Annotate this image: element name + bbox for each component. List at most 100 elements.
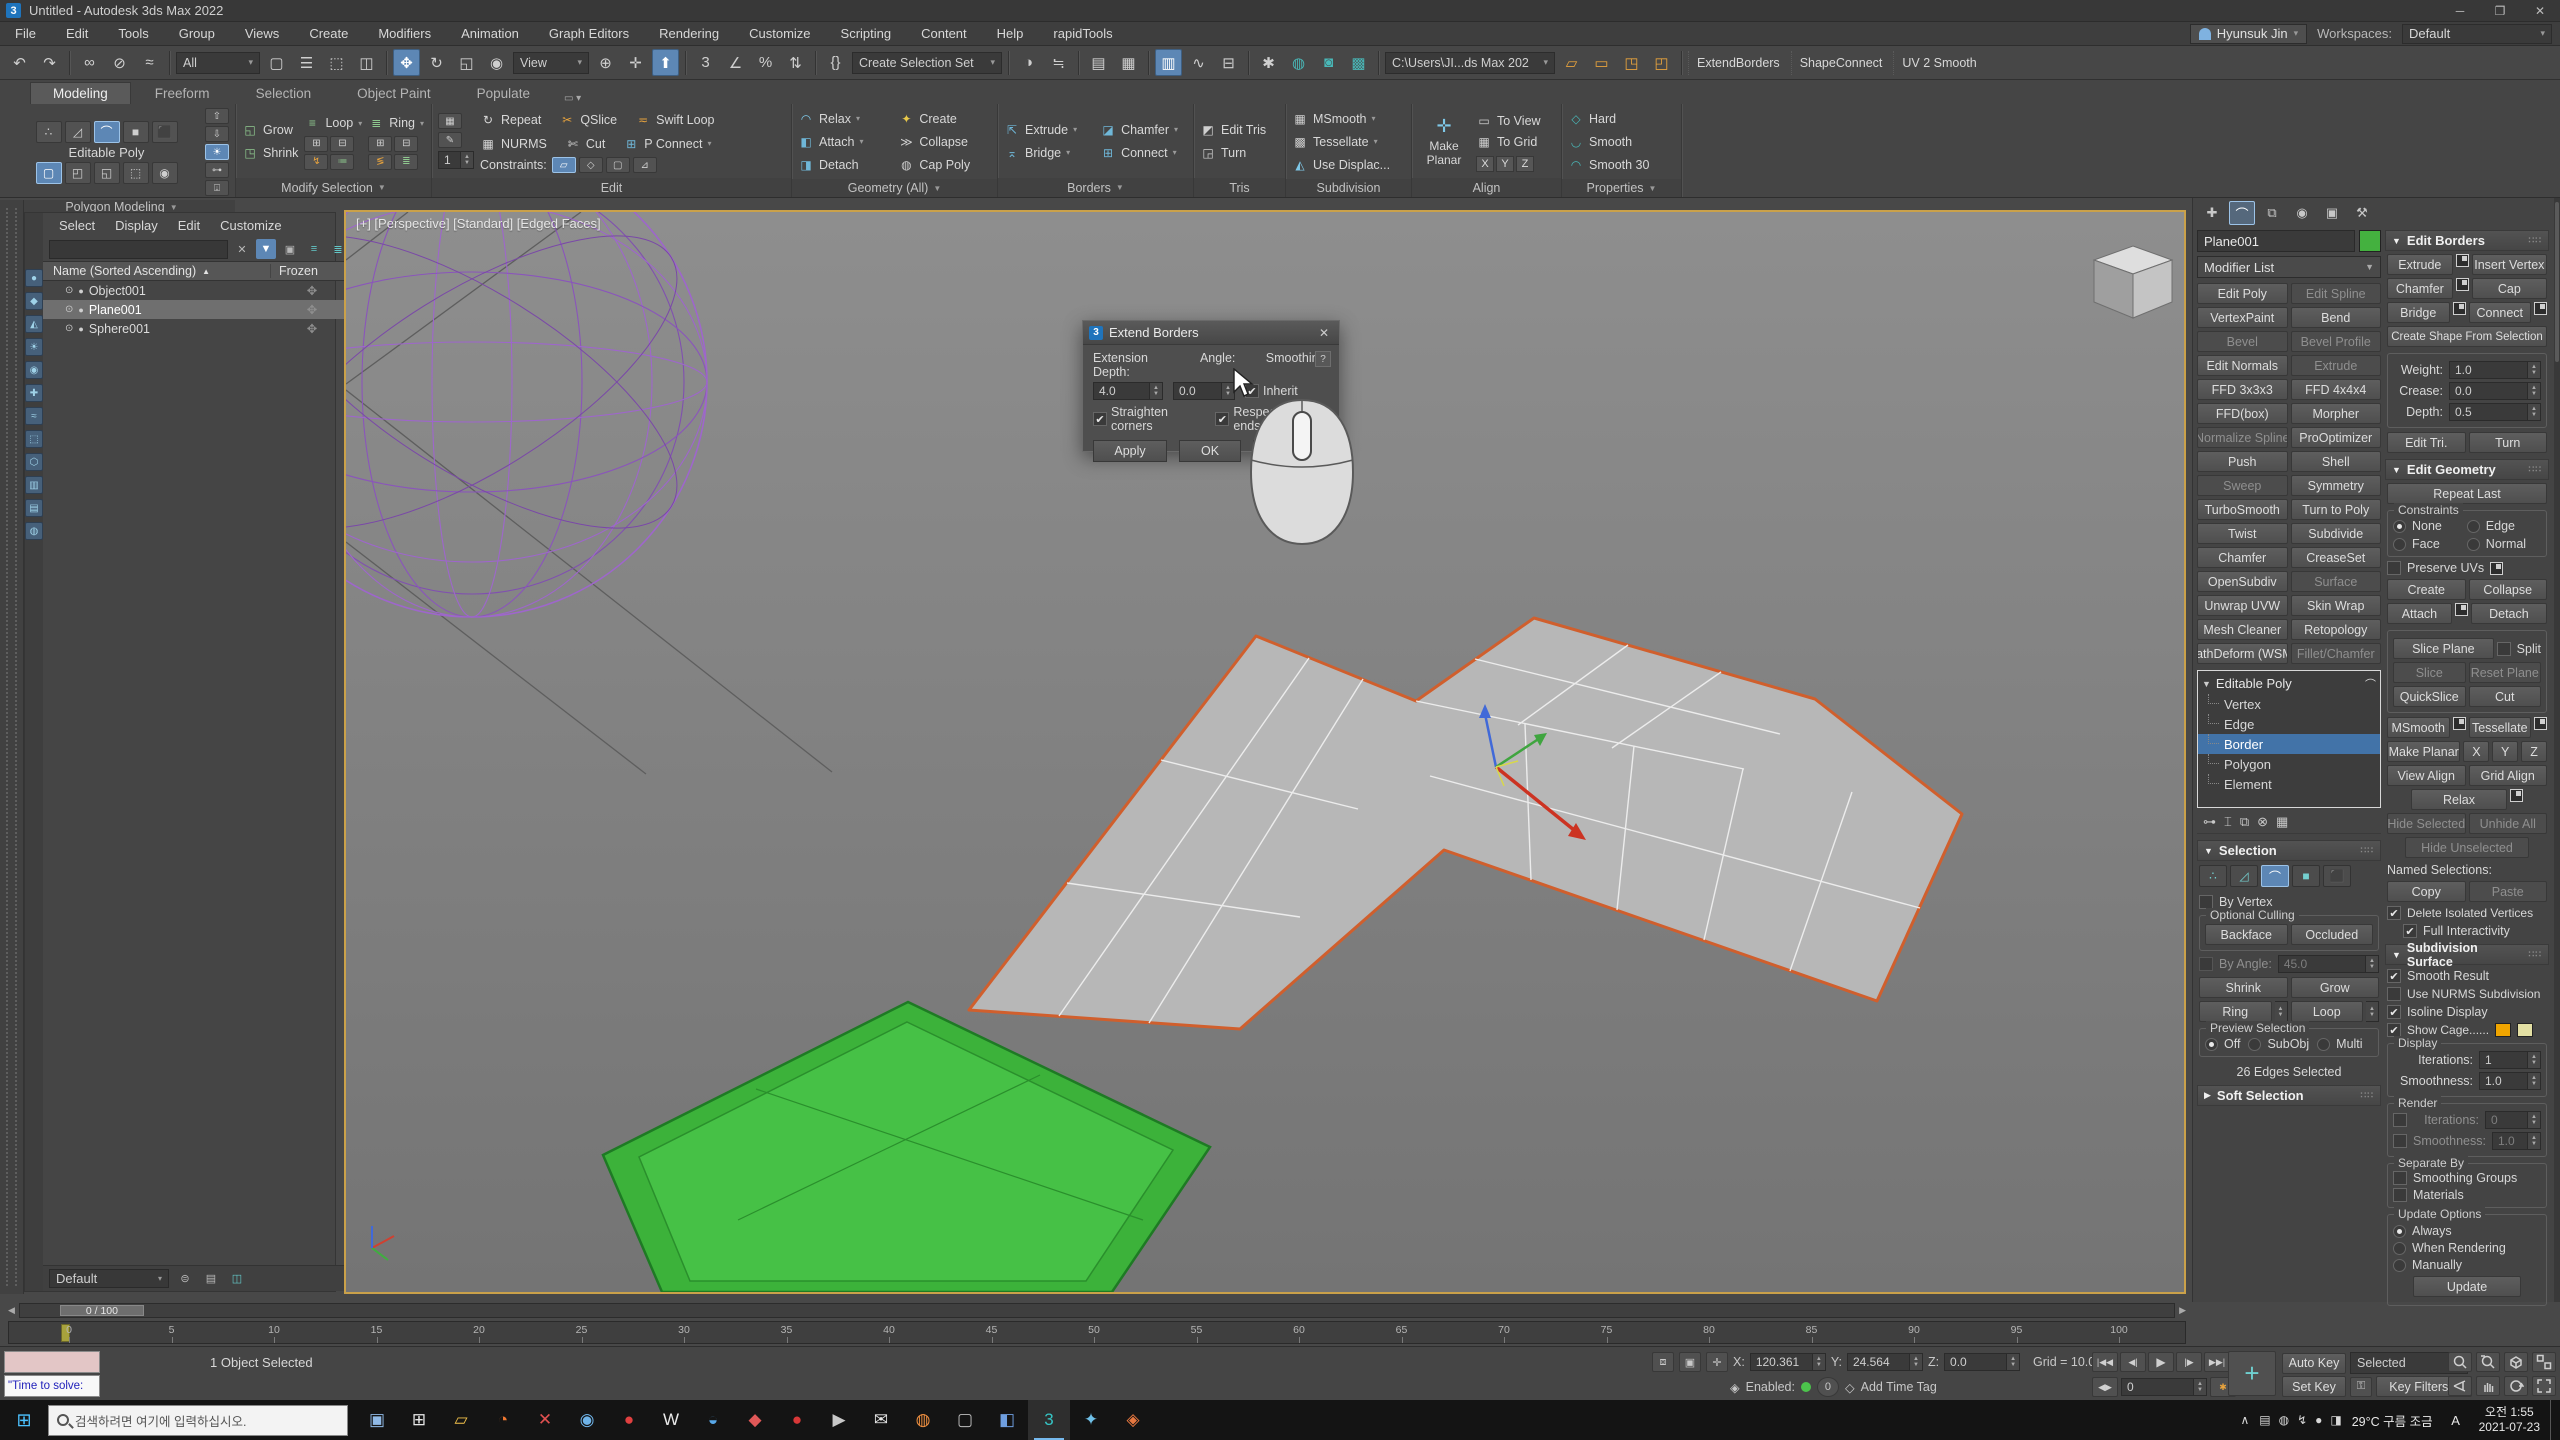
frozen-toggle[interactable]: ✥	[270, 283, 354, 298]
angle-snap-icon[interactable]: ∠	[722, 49, 749, 76]
shield-icon[interactable]: ◈	[1730, 1380, 1740, 1395]
stack-item-border[interactable]: Border	[2198, 734, 2380, 754]
show-end-result-icon[interactable]: ⌶	[2224, 814, 2232, 830]
named-selection-sets-dropdown[interactable]: Create Selection Set▾	[852, 52, 1002, 74]
keyboard-override-icon[interactable]: ⬆	[652, 49, 679, 76]
hard-button[interactable]: ◇Hard	[1568, 108, 1675, 129]
menu-item-modifiers[interactable]: Modifiers	[363, 22, 446, 46]
loop-button[interactable]: ≡Loop▾	[304, 113, 362, 134]
prev-frame-icon[interactable]: ◀	[8, 1305, 15, 1316]
chamfer-button[interactable]: ◪Chamfer▾	[1100, 119, 1187, 140]
filter-groups-icon[interactable]: ⬚	[25, 430, 43, 448]
insert-vertex-button[interactable]: Insert Vertex	[2472, 254, 2547, 275]
ok-button[interactable]: OK	[1179, 440, 1241, 462]
make-planar-button[interactable]: ✛Make Planar	[1418, 108, 1470, 174]
copy-button[interactable]: Copy	[2387, 881, 2466, 902]
constraint-normal-radio[interactable]: Normal	[2467, 537, 2541, 551]
filter-xrefs-icon[interactable]: ⬡	[25, 453, 43, 471]
edit-poly-modifier-button[interactable]: Edit Poly	[2197, 283, 2288, 304]
preview-off-radio[interactable]: Off	[2205, 1037, 2240, 1051]
axis-y-button[interactable]: Y	[2492, 741, 2518, 762]
materials-checkbox[interactable]	[2393, 1188, 2407, 1202]
apply-button[interactable]: Apply	[1093, 440, 1167, 462]
smooth-button[interactable]: ◡Smooth	[1568, 131, 1675, 152]
ribbon-tab-selection[interactable]: Selection	[234, 83, 334, 104]
object-name-field[interactable]: Plane001	[2197, 230, 2355, 252]
taskbar-app-17[interactable]: 3	[1028, 1400, 1070, 1440]
collapse-button[interactable]: ≫Collapse	[898, 131, 991, 152]
tessellate-button[interactable]: ▩Tessellate▾	[1292, 131, 1405, 152]
menu-item-file[interactable]: File	[0, 22, 51, 46]
creaseset-modifier-button[interactable]: CreaseSet	[2291, 547, 2382, 568]
reset-plane-button[interactable]: Reset Plane	[2469, 662, 2542, 683]
msmooth-button[interactable]: MSmooth	[2387, 717, 2450, 738]
to-view-button[interactable]: ▭To View	[1476, 111, 1541, 132]
collapse-button[interactable]: Collapse	[2469, 579, 2548, 600]
slice-button[interactable]: Slice	[2393, 662, 2466, 683]
loop-mode-icon[interactable]: ≔	[330, 154, 354, 170]
turn-button[interactable]: ◲Turn	[1200, 142, 1279, 163]
update-button[interactable]: Update	[2413, 1276, 2521, 1297]
redo-icon[interactable]: ↷	[36, 49, 63, 76]
detach-button[interactable]: Detach	[2471, 603, 2547, 624]
smooth-30-button[interactable]: ◠Smooth 30	[1568, 154, 1675, 175]
render-iterations-field[interactable]: 0	[2485, 1111, 2528, 1129]
delete-isolated-vertices-checkbox[interactable]: ✔	[2387, 906, 2401, 920]
twist-modifier-button[interactable]: Twist	[2197, 523, 2288, 544]
lock-explorer-icon[interactable]: ▣	[280, 239, 300, 259]
opensubdiv-modifier-button[interactable]: OpenSubdiv	[2197, 571, 2288, 592]
detach-button[interactable]: ◨Detach	[798, 154, 884, 175]
smoothing-groups-checkbox[interactable]	[2393, 1171, 2407, 1185]
update-when-rendering-radio[interactable]: When Rendering	[2393, 1241, 2541, 1255]
surface-modifier-button[interactable]: Surface	[2291, 571, 2382, 592]
menu-item-rendering[interactable]: Rendering	[644, 22, 734, 46]
by-angle-field[interactable]: 45.0	[2278, 955, 2366, 973]
taskbar-app-8[interactable]: W	[650, 1400, 692, 1440]
taskbar-app-13[interactable]: ✉	[860, 1400, 902, 1440]
element-mode-icon[interactable]: ⬛	[152, 121, 178, 143]
object-color-swatch[interactable]	[2359, 230, 2381, 252]
add-time-tag[interactable]: Add Time Tag	[1861, 1380, 1937, 1394]
relax-button[interactable]: ◠Relax▾	[798, 108, 884, 129]
taskbar-app-15[interactable]: ▢	[944, 1400, 986, 1440]
morpher-modifier-button[interactable]: Morpher	[2291, 403, 2382, 424]
column-header-frozen[interactable]: Frozen	[270, 264, 354, 278]
angle-field[interactable]: 0.0	[1173, 382, 1222, 400]
cage-toggle-icon[interactable]: ⬚	[123, 162, 149, 184]
explorer-menu-customize[interactable]: Customize	[212, 218, 289, 233]
crease-field[interactable]: 0.0	[2449, 382, 2528, 400]
weather-status[interactable]: 29°C 구름 조금	[2352, 1411, 2433, 1430]
close-icon[interactable]: ✕	[1315, 326, 1333, 340]
mesh-cleaner-modifier-button[interactable]: Mesh Cleaner	[2197, 619, 2288, 640]
filter-helpers-icon[interactable]: ✚	[25, 384, 43, 402]
ring-mode-icon[interactable]: ≣	[394, 154, 418, 170]
explorer-menu-select[interactable]: Select	[51, 218, 103, 233]
soft-selection-icon[interactable]: ◉	[152, 162, 178, 184]
update-manually-radio[interactable]: Manually	[2393, 1258, 2541, 1272]
attach-settings-icon[interactable]	[2455, 603, 2468, 616]
help-button[interactable]: ?	[1315, 351, 1331, 367]
constraint-normal-icon[interactable]: ⊿	[633, 157, 657, 173]
edit-tris-button[interactable]: ◩Edit Tris	[1200, 119, 1279, 140]
menu-item-help[interactable]: Help	[982, 22, 1039, 46]
rollout-selection[interactable]: ▼ Selection∷∷	[2197, 840, 2381, 861]
qslice-button[interactable]: ✂QSlice	[559, 109, 617, 130]
full-interactivity-checkbox[interactable]: ✔	[2403, 924, 2417, 938]
dialog-title-bar[interactable]: 3 Extend Borders ✕	[1083, 321, 1339, 345]
selection-lock-icon[interactable]: ▣	[1679, 1352, 1701, 1372]
menu-item-content[interactable]: Content	[906, 22, 982, 46]
zoom-extents-icon[interactable]	[2504, 1352, 2528, 1372]
project-folder-dropdown[interactable]: C:\Users\JI...ds Max 202▾	[1385, 52, 1555, 74]
axis-y-button[interactable]: Y	[1496, 156, 1514, 172]
vertex-icon[interactable]: ∴	[2199, 865, 2227, 887]
turn-to-poly-modifier-button[interactable]: Turn to Poly	[2291, 499, 2382, 520]
set-keys-button[interactable]: +	[2228, 1351, 2276, 1396]
border-mode-icon[interactable]: ⌒	[94, 121, 120, 143]
connect-button[interactable]: Connect	[2469, 302, 2532, 323]
extension-depth-field[interactable]: 4.0	[1093, 382, 1150, 400]
select-scale-icon[interactable]: ◱	[453, 49, 480, 76]
rollout-edit-borders[interactable]: ▼ Edit Borders∷∷	[2385, 230, 2549, 251]
material-editor-icon[interactable]: ◍	[1285, 49, 1312, 76]
selection-region-icon[interactable]: ⬚	[323, 49, 350, 76]
preview-multi-radio[interactable]: Multi	[2317, 1037, 2362, 1051]
